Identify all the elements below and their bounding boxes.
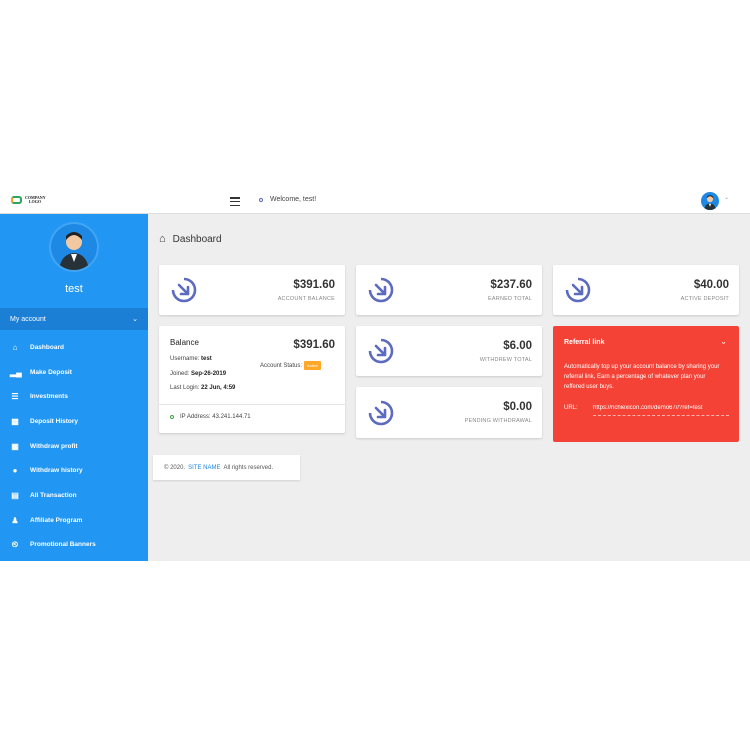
footer: © 2020. SITE NAME All rights reserved. (153, 455, 300, 480)
balance-title: Balance (170, 338, 199, 347)
ip-label: IP Address: (180, 414, 211, 420)
arrow-down-circle-icon (368, 277, 394, 303)
sidebar-item-promotional-banners[interactable]: ⧀ Promotional Banners (0, 533, 148, 558)
page-title-text: Dashboard (172, 233, 222, 245)
ip-address-row: IP Address: 43.241.144.71 (170, 414, 251, 420)
arrow-down-circle-icon (171, 277, 197, 303)
site-name-link[interactable]: SITE NAME (188, 465, 220, 471)
piggy-bank-icon: ● (12, 466, 18, 476)
user-avatar-icon (59, 232, 89, 270)
folder-icon: ▩ (11, 416, 19, 426)
sidebar-item-all-transaction[interactable]: ▤ All Transaction (0, 483, 148, 508)
app-window: COMPANY LOGO Welcome, test! ⌄ test My ac… (0, 190, 750, 561)
sidebar-item-label: All Transaction (30, 491, 77, 499)
stat-value: $391.60 (293, 279, 335, 291)
sidebar-item-investments[interactable]: ☰ Investments (0, 384, 148, 409)
referral-url-label: URL: (564, 405, 578, 411)
stat-label: ACTIVE DEPOSIT (680, 296, 729, 302)
referral-description: Automatically top up your account balanc… (564, 364, 720, 390)
sidebar: test My account ⌄ ⌂ Dashboard ▂▄ Make De… (0, 214, 148, 561)
footer-rights: All rights reserved. (223, 464, 274, 471)
money-icon: ▦ (11, 441, 19, 451)
home-icon: ⌂ (159, 233, 166, 245)
transaction-icon: ▤ (11, 490, 19, 500)
welcome-text: Welcome, test! (270, 196, 317, 203)
stat-value: $237.60 (490, 279, 532, 291)
chevron-down-icon: ⌄ (132, 316, 138, 323)
arrow-down-circle-icon (368, 338, 394, 364)
sidebar-item-label: Make Deposit (30, 368, 72, 376)
sidebar-item-label: Withdraw profit (30, 442, 78, 450)
menu-toggle-icon[interactable] (230, 197, 240, 206)
arrow-down-circle-icon (565, 277, 591, 303)
last-login-row: Last Login: 22 Jun, 4:59 (170, 385, 236, 391)
sidebar-item-label: Deposit History (30, 417, 79, 425)
sidebar-item-label: Dashboard (30, 343, 64, 351)
stat-value: $40.00 (693, 279, 729, 291)
stat-label: WITHDREW TOTAL (479, 357, 532, 363)
page-title: ⌂ Dashboard (159, 233, 222, 245)
last-login-value: 22 Jun, 4:59 (201, 385, 236, 391)
stat-label: ACCOUNT BALANCE (277, 296, 335, 302)
sidebar-item-withdraw-history[interactable]: ● Withdraw history (0, 458, 148, 483)
top-bar: COMPANY LOGO Welcome, test! ⌄ (0, 190, 750, 214)
ip-value: 43.241.144.71 (212, 414, 251, 420)
chevron-down-icon[interactable]: ⌄ (720, 337, 727, 346)
sidebar-item-dashboard[interactable]: ⌂ Dashboard (0, 335, 148, 360)
logo-mark-icon (11, 196, 22, 204)
stat-label: PENDING WITHDRAWAL (464, 418, 532, 424)
sidebar-username: test (65, 283, 83, 295)
stat-card-account-balance: $391.60 ACCOUNT BALANCE (159, 265, 345, 315)
username-value: test (201, 356, 212, 362)
paperclip-icon: ⧀ (11, 539, 19, 549)
user-avatar-icon (704, 195, 716, 210)
sidebar-item-make-deposit[interactable]: ▂▄ Make Deposit (0, 360, 148, 385)
home-icon: ⌂ (12, 342, 18, 352)
username-row: Username: test (170, 356, 212, 362)
sidebar-avatar (51, 224, 97, 270)
balance-value: $391.60 (293, 339, 335, 351)
stat-value: $0.00 (503, 401, 532, 413)
sidebar-item-label: Promotional Banners (30, 541, 96, 549)
bar-chart-icon: ▂▄ (10, 367, 22, 377)
referral-title: Referral link (564, 339, 605, 346)
user-avatar[interactable] (701, 192, 719, 210)
referral-card: Referral link ⌄ Automatically top up you… (553, 326, 739, 442)
company-logo[interactable]: COMPANY LOGO (11, 196, 46, 204)
joined-value: Sep-26-2019 (191, 371, 227, 377)
circle-dot-icon (170, 415, 174, 419)
stat-card-earned-total: $237.60 EARNED TOTAL (356, 265, 542, 315)
joined-row: Joined: Sep-26-2019 (170, 371, 227, 377)
arrow-down-circle-icon (368, 400, 394, 425)
chevron-down-icon[interactable]: ⌄ (724, 194, 729, 201)
sidebar-item-label: Withdraw history (30, 467, 83, 475)
account-status-label: Account Status: (260, 362, 303, 369)
sidebar-item-withdraw-profit[interactable]: ▦ Withdraw profit (0, 434, 148, 459)
stat-label: EARNED TOTAL (488, 296, 532, 302)
sidebar-item-label: Investments (30, 393, 68, 401)
sidebar-menu: ⌂ Dashboard ▂▄ Make Deposit ☰ Investment… (0, 335, 148, 557)
stat-value: $6.00 (503, 340, 532, 352)
sidebar-item-deposit-history[interactable]: ▩ Deposit History (0, 409, 148, 434)
stat-card-withdrew-total: $6.00 WITHDREW TOTAL (356, 326, 542, 376)
sidebar-item-label: Affiliate Program (30, 516, 83, 524)
stat-card-active-deposit: $40.00 ACTIVE DEPOSIT (553, 265, 739, 315)
status-badge: Active (304, 361, 321, 370)
welcome-message: Welcome, test! (259, 196, 316, 203)
users-icon: ♟ (11, 515, 19, 525)
divider (159, 404, 345, 405)
my-account-label: My account (10, 315, 46, 323)
my-account-toggle[interactable]: My account ⌄ (0, 308, 148, 330)
sidebar-item-affiliate-program[interactable]: ♟ Affiliate Program (0, 508, 148, 533)
logo-text-line-2: LOGO (29, 199, 42, 204)
stat-card-pending-withdrawal: $0.00 PENDING WITHDRAWAL (356, 387, 542, 438)
circle-dot-icon (259, 197, 263, 202)
balance-card: Balance $391.60 Username: test Joined: S… (159, 326, 345, 433)
list-icon: ☰ (11, 392, 19, 402)
referral-url-field[interactable]: https://richlexicon.com/demo67//?ref=tes… (593, 405, 729, 416)
account-status: Account Status: Active (260, 361, 321, 370)
footer-copyright: © 2020. (164, 464, 186, 471)
